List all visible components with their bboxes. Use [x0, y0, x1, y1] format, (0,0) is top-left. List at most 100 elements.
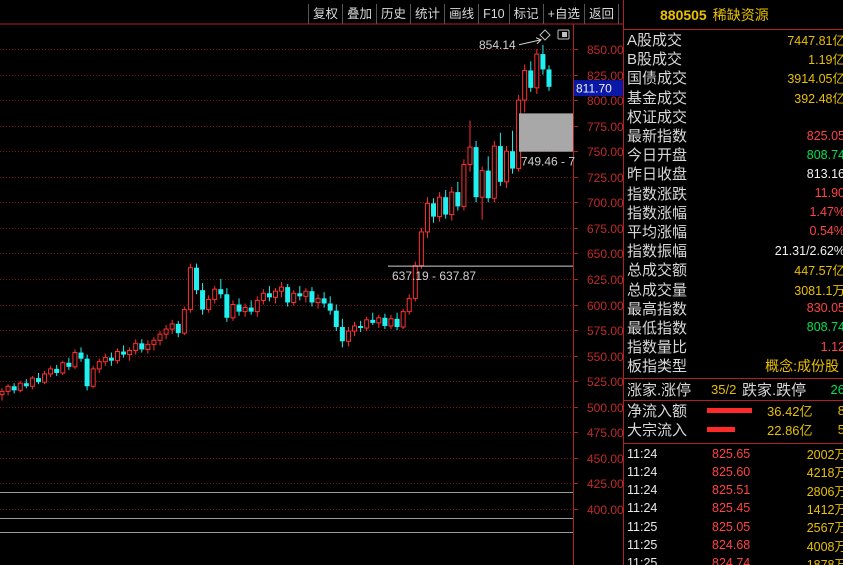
candle [345, 326, 351, 347]
toolbar-button-2[interactable]: 历史 [376, 4, 410, 24]
candle [127, 347, 133, 361]
up-count-label: 涨家.涨停 [627, 382, 692, 400]
y-tick-label: 750.00 [587, 145, 623, 159]
y-tick-label: 525.00 [587, 375, 623, 389]
candle [358, 320, 364, 333]
candle [181, 306, 187, 336]
stat-row: 基金成交 392.48亿 [624, 88, 843, 107]
flow-value: 22.86亿 [767, 423, 813, 439]
candle [303, 288, 309, 303]
stat-value: 概念:成份股 [765, 357, 839, 374]
candle [485, 156, 491, 203]
candle [364, 316, 370, 332]
candle [96, 358, 102, 373]
y-tick-label: 600.00 [587, 299, 623, 313]
candle [266, 286, 272, 302]
stat-label: 指数振幅 [627, 243, 688, 261]
stat-label: 总成交量 [627, 281, 688, 299]
y-tick-label: 675.00 [587, 222, 623, 236]
candle [218, 278, 224, 299]
tick-time: 11:25 [627, 556, 658, 565]
candle [193, 263, 199, 295]
stat-label: 国债成交 [627, 70, 688, 88]
stat-value: 3081.1万 [794, 283, 843, 298]
stats-list: A股成交 7447.81亿 B股成交 1.19亿 国债成交 3914.05亿 基金成交 392… [624, 30, 843, 375]
stat-label: 昨日收盘 [627, 166, 688, 184]
tick-price: 824.74 [712, 556, 751, 565]
candle [431, 198, 437, 223]
stat-row: 总成交额 447.57亿 [624, 260, 843, 279]
candle [84, 354, 90, 391]
stat-row: 今日开盘 808.74 [624, 145, 843, 164]
toolbar-button-8[interactable]: 返回 [583, 4, 619, 24]
candle [479, 166, 485, 220]
tick-volume: 1878万 [806, 557, 843, 565]
candle [534, 49, 540, 94]
candle [437, 192, 443, 222]
stat-label: 最新指数 [627, 128, 688, 146]
candle [200, 283, 206, 315]
candle [497, 132, 503, 186]
y-tick-label: 725.00 [587, 171, 623, 185]
tick-row: 11:24 825.45 1412万 [624, 499, 843, 517]
index-name: 稀缺资源 [712, 7, 769, 23]
candle [273, 288, 278, 304]
stat-row: 国债成交 3914.05亿 [624, 68, 843, 87]
stat-value: 813.16 [806, 166, 843, 181]
candle [29, 376, 35, 390]
candle [455, 181, 461, 211]
candlestick-chart[interactable]: 850.00825.00800.00775.00750.00725.00700.… [0, 0, 623, 565]
tick-row: 11:24 825.60 4218万 [624, 463, 843, 481]
candle [133, 339, 139, 355]
candle [388, 314, 394, 330]
y-tick-label: 700.00 [587, 196, 623, 210]
toolbar-button-3[interactable]: 统计 [410, 4, 444, 24]
candle [66, 357, 72, 370]
candle [5, 384, 11, 396]
candle [11, 383, 17, 394]
candle [23, 379, 29, 389]
candle [114, 348, 120, 364]
y-tick-label: 775.00 [587, 120, 623, 134]
stat-value: 1.47% [809, 205, 843, 220]
stat-label: 今日开盘 [627, 147, 688, 165]
tick-price: 825.65 [712, 446, 751, 461]
y-tick-label: 650.00 [587, 247, 623, 261]
candle [339, 318, 345, 348]
candle [491, 140, 497, 203]
candle [54, 364, 60, 377]
y-tick-label: 475.00 [587, 426, 623, 440]
toolbar-button-5[interactable]: F10 [478, 4, 509, 24]
price-level-label: 637.19 - 637.87 [392, 269, 476, 283]
toolbar-button-6[interactable]: 标记 [508, 4, 543, 24]
candle [291, 290, 297, 306]
y-tick-label: 400.00 [587, 503, 623, 517]
candle [90, 365, 96, 389]
candle [279, 282, 285, 298]
stat-value: 825.05 [806, 128, 843, 143]
window-toggle-icon-fill [562, 32, 567, 37]
selection-box [519, 113, 573, 152]
tick-row: 11:24 825.65 2002万 [624, 444, 843, 463]
stat-row: 总成交量 3081.1万 [624, 279, 843, 299]
toolbar-button-0[interactable]: 复权 [308, 4, 342, 24]
candle [260, 289, 266, 305]
candle [248, 300, 254, 315]
stat-row: B股成交 1.19亿 [624, 49, 843, 68]
toolbar-button-1[interactable]: 叠加 [342, 4, 376, 24]
tick-row: 11:25 824.74 1878万 [624, 554, 843, 565]
toolbar-button-4[interactable]: 画线 [444, 4, 478, 24]
up-count-value: 35/2 [711, 382, 737, 398]
tick-volume: 4008万 [806, 539, 843, 554]
stat-row: 指数量比 1.12 [624, 337, 843, 356]
stat-value: 11.90 [814, 186, 843, 201]
toolbar-button-7[interactable]: +自选 [542, 4, 584, 24]
y-tick-label: 850.00 [587, 43, 623, 57]
y-tick-label: 625.00 [587, 273, 623, 287]
flow-bar [707, 408, 752, 414]
high-label: 854.14 [479, 38, 516, 52]
stat-label: 板指类型 [627, 358, 688, 376]
y-tick-label: 450.00 [587, 452, 623, 466]
candle [139, 339, 145, 353]
tick-list[interactable]: 11:24 825.65 2002万 11:24 825.60 4218万 11:24 825… [624, 444, 843, 565]
